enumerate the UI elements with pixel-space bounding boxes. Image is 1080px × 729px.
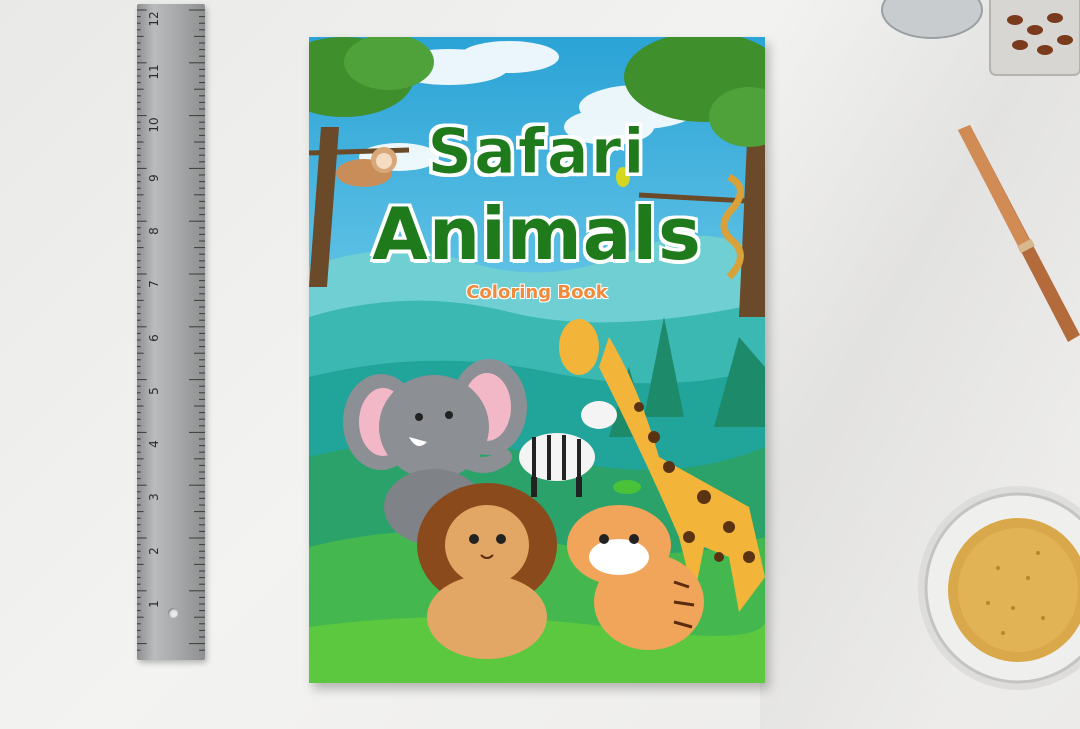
ruler-number: 3 <box>147 493 161 501</box>
lizard <box>613 480 641 494</box>
copper-pen <box>958 125 1080 342</box>
book-title-line-2: Animals <box>372 192 702 276</box>
ruler-number: 12 <box>147 11 161 27</box>
ruler-hang-hole <box>168 608 178 618</box>
metal-ruler: 12 11 10 9 8 7 6 5 4 3 2 1 <box>137 4 205 660</box>
lion <box>417 483 557 659</box>
espresso-cup <box>918 486 1080 690</box>
ruler-number: 6 <box>147 334 161 342</box>
ruler-number: 11 <box>147 64 161 80</box>
ruler-number: 4 <box>147 440 161 448</box>
ruler-number: 10 <box>147 117 161 133</box>
ruler-number: 2 <box>147 547 161 555</box>
ruler-number: 9 <box>147 174 161 182</box>
ruler-number: 5 <box>147 387 161 395</box>
book-title-line-1: Safari <box>427 115 647 189</box>
ruler-number: 7 <box>147 280 161 288</box>
ruler-number: 8 <box>147 227 161 235</box>
desk-top-objects <box>881 0 1080 76</box>
small-glass-dish <box>881 0 983 39</box>
book-subtitle: Coloring Book <box>466 282 608 303</box>
coloring-book-cover: Safari Animals Coloring Book <box>309 37 765 683</box>
ruler-number: 1 <box>147 600 161 608</box>
